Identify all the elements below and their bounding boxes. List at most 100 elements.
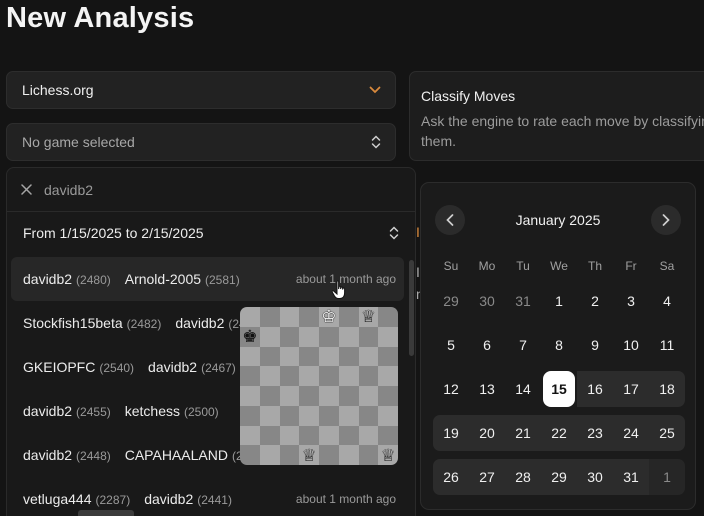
- calendar-day[interactable]: 23: [577, 415, 613, 451]
- chess-piece-icon: ♔: [321, 307, 337, 327]
- calendar-day[interactable]: 30: [577, 459, 613, 495]
- calendar-day[interactable]: 7: [505, 323, 541, 367]
- player-rating: (2448): [76, 449, 111, 463]
- date-range-select[interactable]: From 1/15/2025 to 2/15/2025: [7, 212, 415, 254]
- board-square: [279, 445, 300, 465]
- calendar-day[interactable]: 3: [613, 279, 649, 323]
- board-square: [338, 326, 359, 347]
- weekday-label: We: [550, 259, 568, 273]
- classify-moves-title: Classify Moves: [421, 88, 516, 104]
- calendar-day[interactable]: 29: [433, 279, 469, 323]
- calendar-day[interactable]: 17: [613, 371, 649, 407]
- hand-pointer-icon: [331, 280, 349, 305]
- calendar-day[interactable]: 18: [649, 371, 685, 407]
- calendar-day[interactable]: 25: [649, 415, 685, 451]
- player-rating: (2581): [205, 273, 240, 287]
- calendar-day[interactable]: 31: [505, 279, 541, 323]
- calendar-day[interactable]: 30: [469, 279, 505, 323]
- board-square: [279, 366, 300, 386]
- calendar-day[interactable]: 10: [613, 323, 649, 367]
- board-square: [319, 366, 339, 386]
- board-square: [299, 425, 319, 446]
- board-square: [358, 445, 379, 465]
- calendar-day[interactable]: 11: [649, 323, 685, 367]
- board-square: [259, 346, 280, 367]
- calendar-day[interactable]: 15: [543, 371, 575, 407]
- game-select[interactable]: No game selected: [6, 123, 396, 161]
- board-square: [338, 445, 359, 465]
- calendar-day[interactable]: 27: [469, 459, 505, 495]
- board-square: ♔: [319, 307, 339, 327]
- board-square: [279, 425, 300, 446]
- board-square: [240, 366, 260, 386]
- classify-moves-description: Ask the engine to rate each move by clas…: [421, 113, 704, 149]
- player-rating: (2500): [183, 405, 219, 419]
- board-square: ♚: [240, 326, 260, 347]
- board-square: [299, 307, 319, 327]
- board-preview: ♔ ♕ ♚ ♕ ♕: [240, 307, 398, 465]
- horizontal-scrollbar[interactable]: [78, 510, 134, 516]
- classify-moves-card[interactable]: Classify Moves Ask the engine to rate ea…: [409, 71, 704, 161]
- board-square: [378, 425, 398, 446]
- player-name: davidb2: [148, 359, 198, 375]
- calendar-day[interactable]: 19: [433, 415, 469, 451]
- calendar-day[interactable]: 4: [649, 279, 685, 323]
- calendar-day[interactable]: 24: [613, 415, 649, 451]
- calendar-day[interactable]: 20: [469, 415, 505, 451]
- player-rating: (2482): [126, 317, 162, 331]
- weekday-label: Tu: [516, 259, 530, 273]
- white-player: GKEIOPFC (2540): [23, 359, 134, 375]
- chevron-right-icon: [662, 214, 670, 226]
- calendar-day[interactable]: 26: [433, 459, 469, 495]
- board-square: [240, 445, 260, 465]
- search-row[interactable]: davidb2: [7, 168, 415, 212]
- calendar-weekdays: Su Mo Tu We Th Fr Sa: [433, 259, 685, 273]
- source-select[interactable]: Lichess.org: [6, 71, 396, 109]
- board-square: ♕: [358, 307, 379, 327]
- calendar-day[interactable]: 2: [577, 279, 613, 323]
- calendar-day[interactable]: 28: [505, 459, 541, 495]
- board-square: [259, 405, 280, 426]
- board-square: [358, 326, 379, 347]
- next-month-button[interactable]: [651, 205, 681, 235]
- board-square: [299, 326, 319, 347]
- close-icon[interactable]: [21, 184, 32, 195]
- black-player: CAPAHAALAND (2: [125, 447, 243, 463]
- board-square: [319, 346, 339, 367]
- board-square: [299, 386, 319, 406]
- calendar-day[interactable]: 16: [577, 371, 613, 407]
- board-square: [358, 386, 379, 406]
- scrollbar[interactable]: [409, 260, 414, 356]
- calendar-day[interactable]: 14: [505, 367, 541, 411]
- calendar-day[interactable]: 9: [577, 323, 613, 367]
- board-square: [279, 326, 300, 347]
- calendar-day[interactable]: 22: [541, 415, 577, 451]
- calendar-day[interactable]: 21: [505, 415, 541, 451]
- board-square: [279, 386, 300, 406]
- board-square: [358, 405, 379, 426]
- player-rating: (2441): [197, 493, 232, 507]
- calendar-day[interactable]: 12: [433, 367, 469, 411]
- calendar-day[interactable]: 5: [433, 323, 469, 367]
- board-square: [240, 405, 260, 426]
- calendar-day[interactable]: 8: [541, 323, 577, 367]
- search-input[interactable]: davidb2: [44, 182, 93, 198]
- board-square: [279, 346, 300, 367]
- board-square: [279, 405, 300, 426]
- black-player: davidb2 (24: [175, 315, 245, 331]
- calendar-day[interactable]: 29: [541, 459, 577, 495]
- black-player: davidb2 (2441): [144, 491, 232, 507]
- calendar-day[interactable]: 1: [649, 459, 685, 495]
- board-square: [378, 366, 398, 386]
- game-row[interactable]: vetluga444 (2287) davidb2 (2441) about 1 mon…: [11, 477, 404, 516]
- calendar-day[interactable]: 31: [613, 459, 649, 495]
- calendar-day[interactable]: 1: [541, 279, 577, 323]
- board-square: ♕: [378, 445, 398, 465]
- game-time: about 1 month ago: [295, 492, 396, 506]
- calendar-day[interactable]: 6: [469, 323, 505, 367]
- board-square: [338, 366, 359, 386]
- board-square: [338, 405, 359, 426]
- calendar-day[interactable]: 13: [469, 367, 505, 411]
- board-square: [338, 346, 359, 367]
- chevron-down-icon: [369, 86, 381, 94]
